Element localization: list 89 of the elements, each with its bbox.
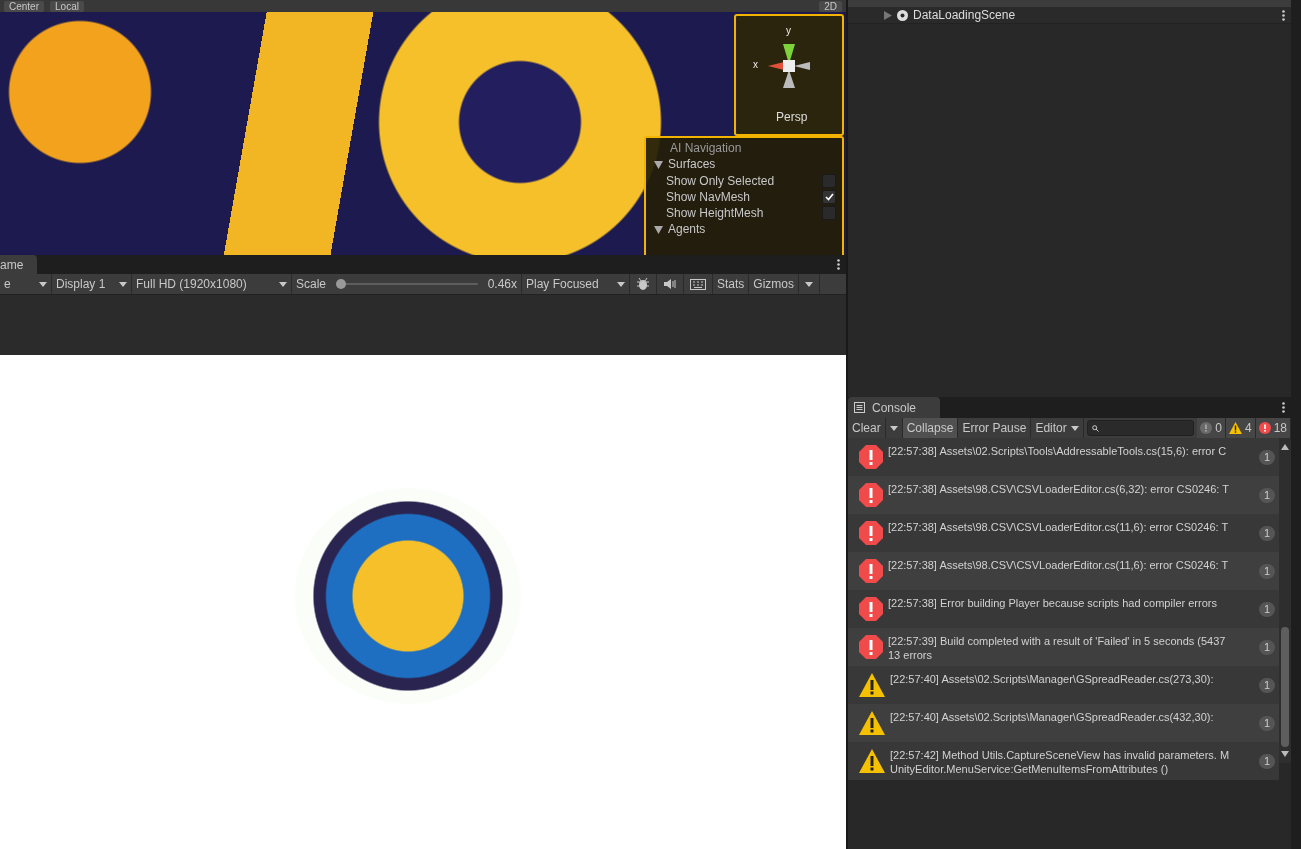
count-badge: 1 — [1258, 678, 1275, 693]
log-message: [22:57:40] Assets\02.Scripts\Manager\GSpreadReader.cs(273,30): — [890, 672, 1215, 686]
warning-icon — [1228, 422, 1242, 434]
pivot-dropdown[interactable]: Center — [4, 1, 44, 12]
log-message: [22:57:40] Assets\02.Scripts\Manager\GSpreadReader.cs(432,30): — [890, 710, 1215, 724]
slider-thumb[interactable] — [336, 279, 347, 289]
section-label: Agents — [668, 221, 706, 238]
hierarchy-item[interactable]: DataLoadingScene — [913, 8, 1272, 22]
error-icon — [858, 634, 884, 660]
scale-reading: 0.46x — [487, 277, 517, 291]
count-badge: 1 — [1258, 488, 1275, 503]
log-message: [22:57:42] Method Utils.CaptureSceneView has invalid parameters. M UnityEditor.MenuService:GetMenuItemsFromAttributes () — [890, 748, 1231, 776]
error-icon — [858, 558, 884, 584]
keyboard-icon[interactable] — [690, 278, 706, 290]
checkbox[interactable] — [822, 174, 836, 188]
search-field[interactable] — [1086, 420, 1195, 436]
log-message: [22:57:38] Error building Player because scripts had compiler errors — [888, 596, 1218, 610]
game-tab[interactable]: ame — [0, 255, 38, 274]
log-message: [22:57:38] Assets\98.CSV\CSVLoaderEditor.cs(11,6): error CS0246: T — [888, 520, 1230, 534]
count-badge: 1 — [1258, 640, 1275, 655]
log-entry[interactable]: [22:57:40] Assets\02.Scripts\Manager\GSpreadReader.cs(432,30): 1 — [848, 704, 1279, 742]
log-entry[interactable]: [22:57:39] Build completed with a result of 'Failed' in 5 seconds (5437 13 errors 1 — [848, 628, 1279, 666]
log-entry[interactable]: [22:57:42] Method Utils.CaptureSceneView has invalid parameters. M UnityEditor.MenuService:GetMenuItemsFromAttributes () 1 — [848, 742, 1279, 780]
projection-toggle[interactable]: Persp — [776, 110, 808, 124]
play-mode-dropdown[interactable]: Play Focused — [522, 274, 630, 294]
aspect-dropdown[interactable]: e — [0, 274, 52, 294]
checkbox[interactable] — [822, 190, 836, 204]
error-icon — [858, 444, 884, 470]
error-count-toggle[interactable]: 18 — [1255, 418, 1291, 438]
more-icon[interactable] — [1282, 9, 1285, 21]
count-badge: 1 — [1258, 716, 1275, 731]
warning-count-toggle[interactable]: 4 — [1225, 418, 1256, 438]
expand-triangle-icon[interactable] — [654, 225, 663, 234]
count-badge: 1 — [1258, 602, 1275, 617]
error-icon — [858, 482, 884, 508]
log-entry[interactable]: [22:57:38] Assets\98.CSV\CSVLoaderEditor.cs(11,6): error CS0246: T 1 — [848, 552, 1279, 590]
log-entry[interactable]: [22:57:38] Error building Player because scripts had compiler errors 1 — [848, 590, 1279, 628]
count-badge: 1 — [1258, 754, 1275, 769]
count-badge: 1 — [1258, 564, 1275, 579]
option-label: Show NavMesh — [666, 189, 751, 205]
caret-icon[interactable] — [889, 425, 898, 431]
mode-toggle[interactable]: 2D — [819, 1, 842, 12]
warning-icon — [858, 672, 886, 698]
stats-button[interactable]: Stats — [713, 274, 750, 294]
log-entry[interactable]: [22:57:38] Assets\98.CSV\CSVLoaderEditor.cs(11,6): error CS0246: T 1 — [848, 514, 1279, 552]
y-axis-label: y — [786, 25, 791, 36]
info-icon — [1200, 422, 1213, 434]
display-dropdown[interactable]: Display 1 — [52, 274, 132, 294]
scrollbar[interactable] — [1279, 438, 1291, 763]
overlay-title: AI Navigation — [669, 140, 743, 156]
bug-icon[interactable] — [636, 277, 650, 291]
count-badge: 1 — [1258, 450, 1275, 465]
log-message: [22:57:39] Build completed with a result of 'Failed' in 5 seconds (5437 13 errors — [888, 634, 1227, 662]
warning-icon — [858, 710, 886, 736]
log-entry[interactable]: [22:57:40] Assets\02.Scripts\Manager\GSpreadReader.cs(273,30): 1 — [848, 666, 1279, 704]
option-label: Show Only Selected — [666, 173, 775, 189]
search-icon — [1091, 424, 1099, 432]
log-message: [22:57:38] Assets\98.CSV\CSVLoaderEditor.cs(11,6): error CS0246: T — [888, 558, 1230, 572]
caret-icon[interactable] — [805, 281, 814, 287]
log-message: [22:57:38] Assets\02.Scripts\Tools\AddressableTools.cs(15,6): error C — [888, 444, 1228, 458]
console-icon — [854, 402, 865, 413]
scroll-thumb[interactable] — [1281, 627, 1289, 747]
section-label: Surfaces — [668, 156, 716, 173]
log-entry[interactable]: [22:57:38] Assets\98.CSV\CSVLoaderEditor.cs(6,32): error CS0246: T 1 — [848, 476, 1279, 514]
console-tab[interactable]: Console — [848, 397, 941, 418]
info-count-toggle[interactable]: 0 — [1197, 418, 1226, 438]
error-icon — [1258, 422, 1271, 434]
scroll-up-icon[interactable] — [1281, 444, 1289, 450]
expand-triangle-icon[interactable] — [884, 10, 892, 20]
speaker-icon[interactable] — [663, 278, 677, 290]
log-message: [22:57:38] Assets\98.CSV\CSVLoaderEditor.cs(6,32): error CS0246: T — [888, 482, 1230, 496]
option-label: Show HeightMesh — [666, 205, 764, 221]
expand-triangle-icon[interactable] — [654, 160, 663, 169]
more-icon[interactable] — [1282, 402, 1285, 413]
gizmos-button[interactable]: Gizmos — [749, 274, 800, 294]
error-icon — [858, 520, 884, 546]
x-axis-label: x — [753, 59, 758, 70]
resolution-dropdown[interactable]: Full HD (1920x1080) — [132, 274, 292, 294]
log-entry[interactable]: [22:57:38] Assets\02.Scripts\Tools\AddressableTools.cs(15,6): error C 1 — [848, 438, 1279, 476]
scroll-down-icon[interactable] — [1281, 751, 1289, 757]
count-badge: 1 — [1258, 526, 1275, 541]
scale-label: Scale — [296, 277, 327, 291]
checkbox[interactable] — [822, 206, 836, 220]
warning-icon — [858, 748, 886, 774]
collapse-toggle[interactable]: Collapse — [902, 418, 959, 438]
more-icon[interactable] — [837, 259, 840, 270]
space-dropdown[interactable]: Local — [50, 1, 84, 12]
error-icon — [858, 596, 884, 622]
orientation-gizmo[interactable]: y x Persp — [734, 14, 844, 136]
